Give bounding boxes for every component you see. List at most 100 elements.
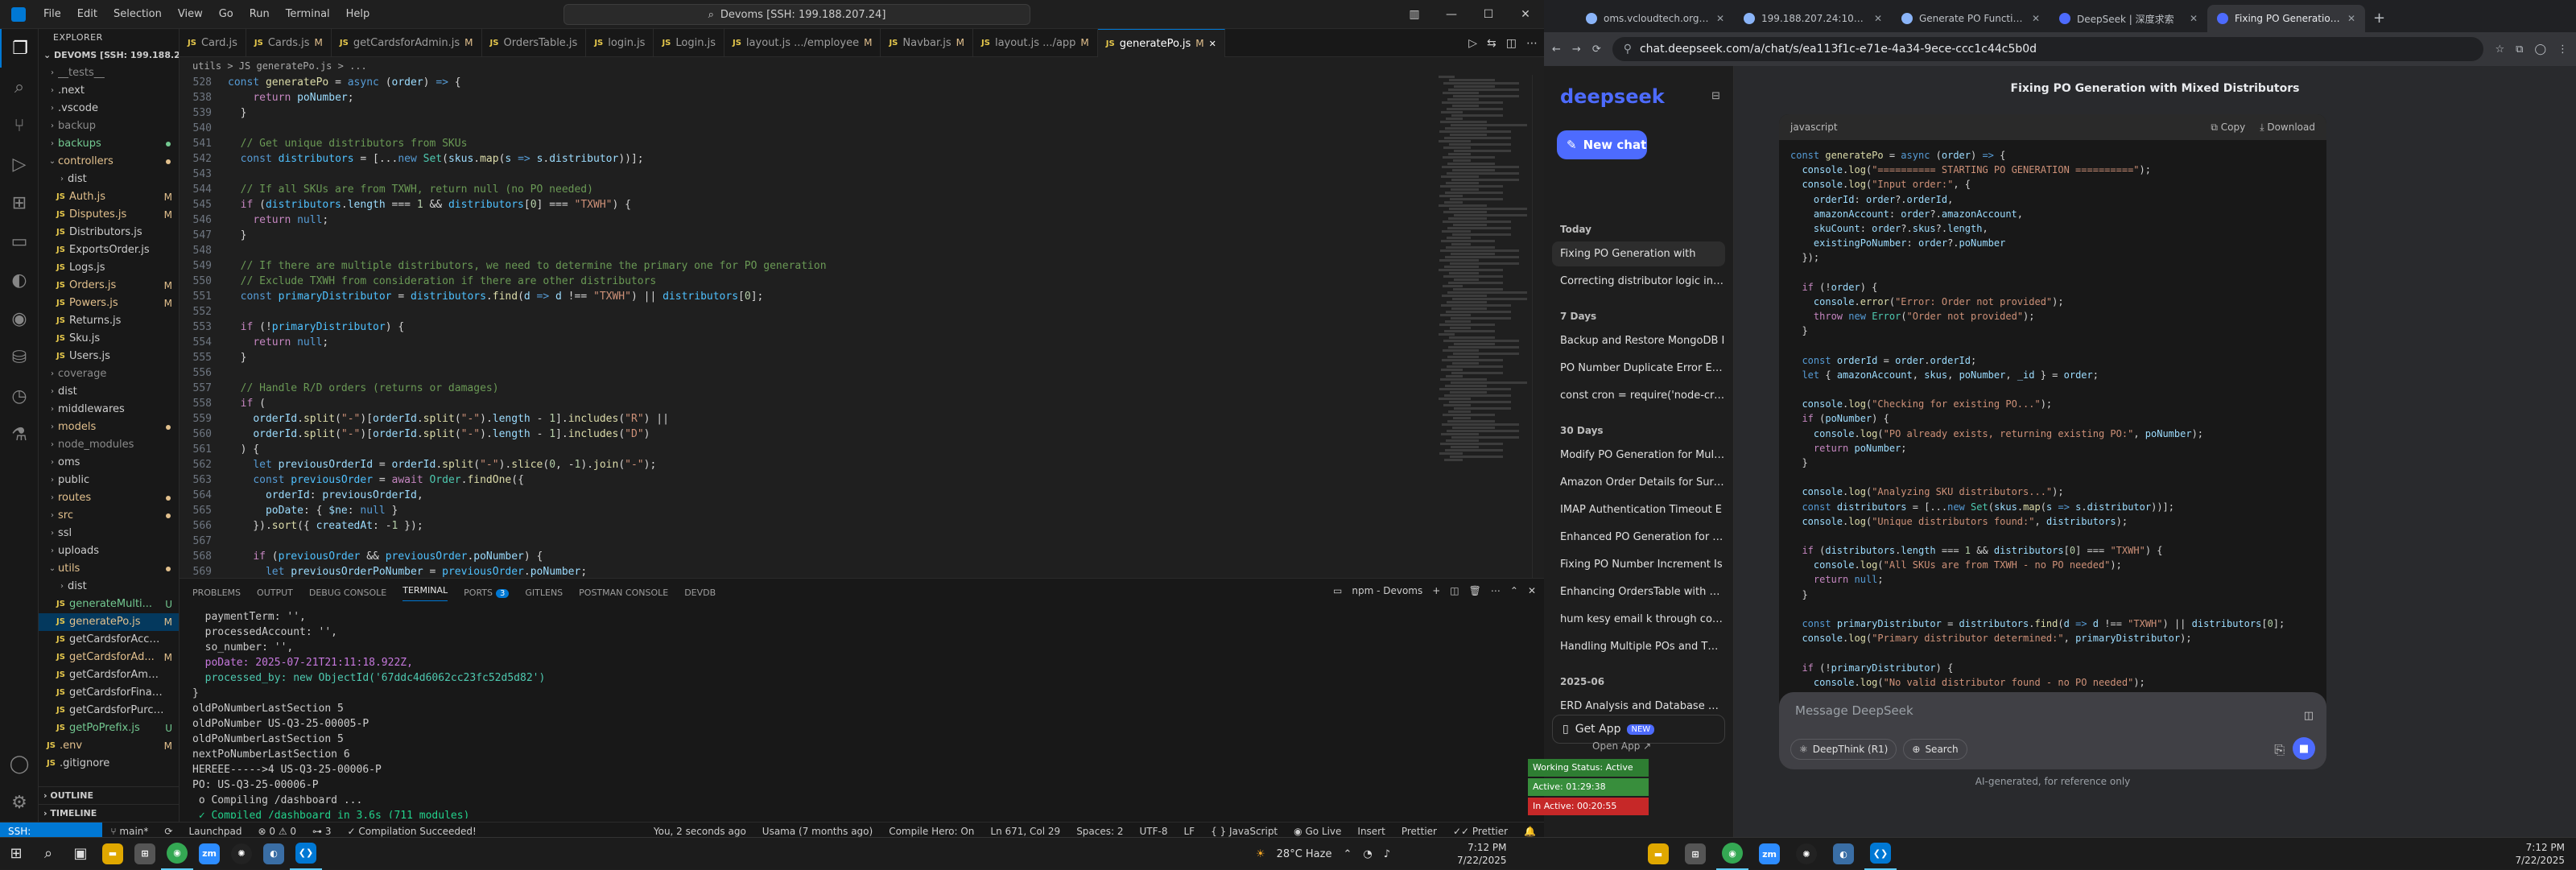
folder-item[interactable]: › dist [39, 383, 179, 401]
menu-item[interactable]: Edit [69, 8, 105, 20]
database-icon[interactable]: ⛁ [0, 338, 39, 377]
maximize-button[interactable]: ☐ [1470, 0, 1507, 29]
terminal-output[interactable]: paymentTerm: '', processedAccount: '', s… [192, 609, 1480, 818]
editor-tab[interactable]: JS OrdersTable.js [482, 29, 587, 57]
menu-item[interactable]: Help [338, 8, 378, 20]
problems-indicator[interactable]: ⊗ 0 ⚠ 0 [250, 826, 305, 837]
code-editor[interactable]: 528 const generatePo = async (order) => {… [180, 75, 1435, 578]
maximize-panel-icon[interactable]: ⌃ [1510, 585, 1518, 596]
breadcrumb[interactable]: utils > JS generatePo.js > ... [180, 57, 1544, 75]
panel-tab[interactable]: OUTPUT [257, 588, 293, 598]
file-item[interactable]: JS Users.js [39, 348, 179, 365]
chat-history-item[interactable]: const cron = require('node-cron [1560, 390, 1725, 402]
insert-mode[interactable]: Insert [1349, 826, 1393, 837]
branch-indicator[interactable]: ⑂ main* [102, 826, 156, 837]
browser-tab[interactable]: oms.vcloudtech.org/da... ✕ [1576, 5, 1734, 32]
clock-right[interactable]: 7:12 PM 7/22/2025 [2515, 841, 2565, 867]
close-tab-icon[interactable]: ✕ [1209, 30, 1216, 58]
vscode-icon[interactable]: ❮❯ [1864, 838, 1897, 870]
minimap[interactable] [1435, 75, 1532, 578]
terminal-task-selector[interactable]: npm - Devoms [1352, 585, 1422, 596]
menu-item[interactable]: Terminal [278, 8, 338, 20]
folder-item[interactable]: › oms [39, 454, 179, 472]
chevron-up-icon[interactable]: ⌃ [1343, 848, 1352, 860]
go-live-button[interactable]: ◉ Go Live [1286, 826, 1349, 837]
sync-icon[interactable]: ⟳ [156, 826, 180, 837]
file-item[interactable]: JS Powers.js M [39, 295, 179, 312]
folder-item[interactable]: › routes [39, 489, 179, 507]
editor-tab[interactable]: JS layout.js .../employee M [724, 29, 881, 57]
chat-history-item[interactable]: Backup and Restore MongoDB I [1560, 335, 1725, 347]
chrome-icon[interactable]: ◉ [161, 838, 193, 870]
chrome-icon[interactable]: ◉ [1716, 838, 1748, 870]
launchpad-button[interactable]: Launchpad [180, 826, 250, 837]
close-tab-icon[interactable]: ✕ [2190, 13, 2198, 24]
chat-history-item[interactable]: Amazon Order Details for Surge [1560, 476, 1725, 489]
file-item[interactable]: JS Disputes.js M [39, 206, 179, 224]
minimize-button[interactable]: — [1433, 0, 1470, 29]
file-explorer-icon[interactable]: ▬ [1642, 838, 1674, 870]
menu-item[interactable]: View [170, 8, 211, 20]
chat-history-item[interactable]: Handling Multiple POs and TXW [1560, 641, 1725, 653]
panel-tab[interactable]: POSTMAN CONSOLE [579, 588, 668, 598]
menu-item[interactable]: Run [242, 8, 278, 20]
folder-item[interactable]: › ssl [39, 525, 179, 542]
bell-icon[interactable]: 🔔 [1516, 826, 1544, 837]
prettier-status[interactable]: Prettier [1393, 826, 1445, 837]
file-item[interactable]: JS generatePo.js M [39, 613, 179, 631]
browser-tab[interactable]: DeepSeek | 深度求索 ✕ [2050, 5, 2207, 32]
postman-icon[interactable]: ◉ [0, 299, 39, 338]
vscode-icon[interactable]: ❮❯ [290, 838, 322, 870]
language-mode[interactable]: { } JavaScript [1203, 826, 1286, 837]
chat-history-item[interactable]: hum kesy email k through code [1560, 613, 1725, 625]
workspace-root[interactable]: ⌄ DEVOMS [SSH: 199.188.20... [39, 47, 179, 64]
cursor-position[interactable]: Ln 671, Col 29 [982, 826, 1068, 837]
file-item[interactable]: JS Sku.js [39, 330, 179, 348]
search-icon[interactable]: ⌕ [0, 68, 39, 106]
close-panel-icon[interactable]: ✕ [1528, 585, 1536, 596]
close-tab-icon[interactable]: ✕ [2347, 13, 2355, 24]
get-app-button[interactable]: ▯ Get App NEW [1552, 715, 1725, 744]
file-item[interactable]: JS Orders.js M [39, 277, 179, 295]
timeline-icon[interactable]: ◷ [0, 377, 39, 415]
testing-icon[interactable]: ⚗ [0, 415, 39, 454]
editor-tab[interactable]: JS Navbar.js M [881, 29, 974, 57]
editor-tab[interactable]: JS layout.js .../app M [973, 29, 1098, 57]
folder-item[interactable]: › middlewares [39, 401, 179, 419]
forward-icon[interactable]: → [1572, 43, 1581, 56]
browser-tab[interactable]: Generate PO Function R... ✕ [1892, 5, 2050, 32]
outline-section[interactable]: › OUTLINE [39, 786, 179, 804]
folder-item[interactable]: › models [39, 419, 179, 436]
remote-explorer-icon[interactable]: ▭ [0, 222, 39, 261]
open-app-link[interactable]: Open App ↗ [1592, 740, 1651, 752]
file-item[interactable]: JS .gitignore [39, 755, 179, 773]
editor-tab[interactable]: JS generatePo.js M ✕ [1097, 29, 1225, 58]
chat-history-item[interactable]: Correcting distributor logic in Ja [1560, 275, 1725, 287]
source-control-icon[interactable]: ⑂ [0, 106, 39, 145]
close-tab-icon[interactable]: ✕ [2032, 13, 2040, 24]
file-item[interactable]: JS .env M [39, 737, 179, 755]
editor-tab[interactable]: JS getCardsforAdmin.js M [332, 29, 482, 57]
close-tab-icon[interactable]: ✕ [1716, 13, 1724, 24]
back-icon[interactable]: ← [1552, 43, 1561, 56]
layout-icon[interactable]: ▥ [1396, 0, 1433, 29]
file-item[interactable]: JS getPoPrefix.js U [39, 720, 179, 737]
message-box[interactable]: Message DeepSeek ◫ ⚛ DeepThink (R1) ⊕ Sear… [1779, 692, 2326, 769]
run-icon[interactable]: ▷ [1468, 37, 1477, 50]
chatgpt-icon[interactable]: ✺ [225, 838, 258, 870]
stop-button[interactable]: ■ [2293, 737, 2315, 760]
panel-tab[interactable]: DEBUG CONSOLE [309, 588, 386, 598]
chat-history-item[interactable]: IMAP Authentication Timeout E [1560, 504, 1725, 516]
file-explorer-icon[interactable]: ▬ [97, 838, 129, 870]
author-info[interactable]: Usama (7 months ago) [754, 826, 881, 837]
network-icon[interactable]: ◔ [1363, 848, 1372, 860]
chatgpt-icon[interactable]: ✺ [1790, 838, 1823, 870]
chat-history-item[interactable]: Modify PO Generation for Multip [1560, 449, 1725, 461]
split-editor-icon[interactable]: ◫ [1506, 37, 1517, 50]
trash-icon[interactable]: 🗑 [1469, 585, 1481, 596]
compare-icon[interactable]: ⇆ [1487, 37, 1496, 50]
file-item[interactable]: JS Auth.js M [39, 188, 179, 206]
editor-tab[interactable]: JS login.js [586, 29, 654, 57]
extension-icon[interactable]: ⧉ [2516, 43, 2523, 56]
chat-history-item[interactable]: Enhancing OrdersTable with Pro [1560, 586, 1725, 598]
